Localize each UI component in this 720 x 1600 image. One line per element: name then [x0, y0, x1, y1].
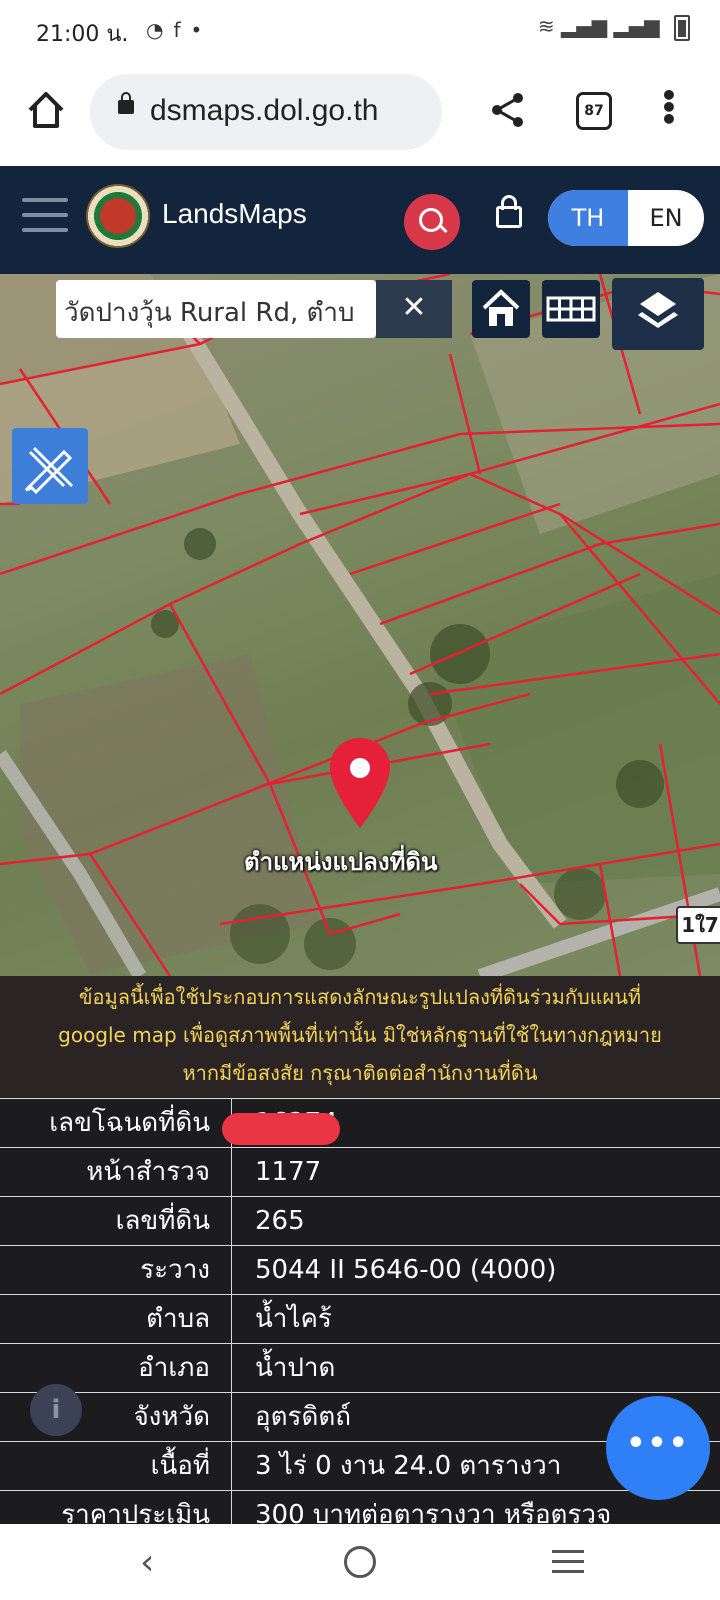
more-options-fab[interactable]: •••	[606, 1396, 710, 1500]
column-divider	[231, 1344, 232, 1392]
column-divider	[231, 1491, 232, 1524]
row-label: เลขโฉนดที่ดิน	[49, 1108, 210, 1138]
clear-search-button[interactable]: ✕	[376, 280, 452, 338]
table-row: อำเภอ น้ำปาด	[0, 1343, 720, 1392]
status-time: 21:00 น.	[36, 22, 129, 47]
dot-icon: •	[190, 18, 213, 42]
row-label: อำเภอ	[138, 1353, 210, 1383]
column-divider	[231, 1295, 232, 1343]
pin-label: ตำแหน่งแปลงที่ดิน	[244, 848, 438, 876]
status-bar: 21:00 น. ◔f• ≋ ▂▄▆ ▂▄▆	[0, 0, 720, 62]
lock-icon	[118, 92, 134, 114]
map-search-input[interactable]: วัดปางวุ้น Rural Rd, ตำบ	[56, 280, 376, 338]
system-icons: ≋ ▂▄▆ ▂▄▆	[538, 14, 690, 41]
row-label: ราคาประเมิน	[61, 1500, 210, 1524]
row-value: 265	[255, 1206, 305, 1236]
dol-seal-logo	[86, 184, 150, 248]
more-menu-button[interactable]: • • •	[660, 82, 678, 134]
home-nav-button[interactable]	[344, 1546, 376, 1578]
row-label: ระวาง	[140, 1255, 210, 1285]
share-button[interactable]	[488, 90, 528, 130]
home-button[interactable]	[24, 88, 68, 132]
map-layers-button[interactable]	[612, 278, 704, 350]
browser-toolbar: dsmaps.dol.go.th 87 • • •	[0, 62, 720, 162]
table-row: หน้าสำรวจ 1177	[0, 1147, 720, 1196]
row-value: 300 บาทต่อตารางวา หรือตรวจ	[255, 1500, 612, 1524]
lang-en-button[interactable]: EN	[628, 190, 704, 246]
hamburger-line	[22, 198, 68, 202]
login-lock-button[interactable]	[496, 195, 522, 228]
facebook-icon: f	[173, 18, 191, 42]
recents-button[interactable]	[552, 1550, 584, 1580]
recents-line	[552, 1560, 584, 1563]
row-value: 3 ไร่ 0 งาน 24.0 ตารางวา	[255, 1451, 562, 1481]
table-row: ระวาง 5044 II 5646-00 (4000)	[0, 1245, 720, 1294]
column-divider	[231, 1442, 232, 1490]
disclaimer-line: google map เพื่อดูสภาพพื้นที่เท่านั้น มิ…	[58, 1023, 662, 1047]
search-button[interactable]	[404, 194, 460, 250]
grid-icon	[546, 296, 596, 322]
ruler-pencil-icon	[24, 446, 74, 495]
row-label: เลขที่ดิน	[115, 1206, 210, 1236]
hamburger-menu-button[interactable]	[22, 198, 68, 238]
back-button[interactable]: ‹	[140, 1542, 154, 1583]
share-icon	[492, 93, 523, 127]
row-value: น้ำไคร้	[255, 1304, 332, 1334]
layers-icon	[638, 292, 678, 328]
messenger-icon: ◔	[146, 18, 174, 42]
brand-title: LandsMaps	[162, 198, 307, 229]
row-value: 1177	[255, 1157, 322, 1187]
disclaimer-line: ข้อมูลนี้เพื่อใช้ประกอบการแสดงลักษณะรูปแ…	[78, 985, 642, 1009]
row-label: เนื้อที่	[150, 1451, 210, 1481]
tabs-button[interactable]: 87	[576, 92, 612, 130]
hamburger-line	[22, 228, 68, 232]
address-bar[interactable]: dsmaps.dol.go.th	[90, 74, 442, 150]
redaction-mark	[222, 1113, 340, 1145]
column-divider	[231, 1246, 232, 1294]
table-row: เลขโฉนดที่ดิน 16274	[0, 1098, 720, 1147]
disclaimer-line: หากมีข้อสงสัย กรุณาติดต่อสำนักงานที่ดิน	[182, 1061, 538, 1085]
row-label: ตำบล	[146, 1304, 210, 1334]
map-view[interactable]: วัดปางวุ้น Rural Rd, ตำบ ✕ ตำแหน่งแปลงที…	[0, 274, 720, 976]
disclaimer: ข้อมูลนี้เพื่อใช้ประกอบการแสดงลักษณะรูปแ…	[0, 976, 720, 1100]
notification-icons: ◔f•	[146, 18, 212, 42]
draw-tool-button[interactable]	[12, 428, 88, 504]
row-value: อุตรดิตถ์	[255, 1402, 351, 1432]
system-nav-bar: ‹	[0, 1524, 720, 1600]
row-value: 5044 II 5646-00 (4000)	[255, 1255, 557, 1285]
app-header: LandsMaps TH EN	[0, 166, 720, 274]
column-divider	[231, 1393, 232, 1441]
table-row: ราคาประเมิน 300 บาทต่อตารางวา หรือตรวจ	[0, 1490, 720, 1524]
url-text: dsmaps.dol.go.th	[150, 94, 379, 127]
column-divider	[231, 1148, 232, 1196]
house-icon	[482, 289, 520, 326]
wifi-icon: ≋	[537, 14, 555, 38]
info-icon[interactable]: i	[30, 1384, 82, 1436]
row-value: น้ำปาด	[255, 1353, 336, 1383]
home-icon	[28, 92, 64, 128]
road-number-sign: 1ใ7	[676, 906, 720, 944]
column-divider	[231, 1197, 232, 1245]
battery-icon	[674, 14, 690, 41]
signal-icon: ▂▄▆	[613, 14, 660, 38]
hamburger-line	[22, 213, 68, 217]
recents-line	[552, 1570, 584, 1573]
row-label: หน้าสำรวจ	[86, 1157, 210, 1187]
map-home-button[interactable]	[472, 280, 530, 338]
recents-line	[552, 1550, 584, 1553]
lang-th-button[interactable]: TH	[548, 190, 628, 246]
map-search-text: วัดปางวุ้น Rural Rd, ตำบ	[64, 298, 355, 328]
signal-icon: ▂▄▆	[560, 14, 608, 38]
location-pin-icon	[330, 738, 390, 828]
language-toggle: TH EN	[548, 190, 704, 246]
map-grid-button[interactable]	[542, 280, 600, 338]
table-row: ตำบล น้ำไคร้	[0, 1294, 720, 1343]
table-row: เลขที่ดิน 265	[0, 1196, 720, 1245]
